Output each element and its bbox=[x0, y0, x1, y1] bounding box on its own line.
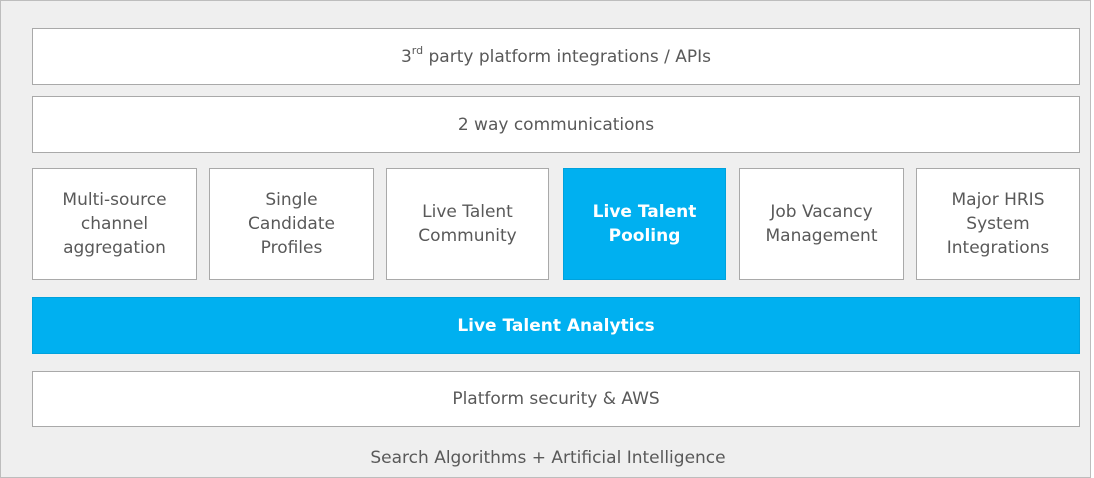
analytics-layer: Live Talent Analytics bbox=[32, 297, 1080, 354]
module-label: Live Talent Community bbox=[418, 202, 517, 246]
module-label: Multi-source channel aggregation bbox=[62, 190, 167, 258]
analytics-label: Live Talent Analytics bbox=[457, 315, 655, 336]
communications-label: 2 way communications bbox=[457, 114, 655, 135]
integrations-layer: 3rd party platform integrations / APIs bbox=[32, 28, 1080, 85]
integrations-prefix: 3 bbox=[400, 46, 412, 67]
security-label: Platform security & AWS bbox=[452, 389, 660, 409]
module-label: Single Candidate Profiles bbox=[248, 190, 335, 258]
module-major-hris-integrations: Major HRIS System Integrations bbox=[916, 168, 1080, 280]
security-layer: Platform security & AWS bbox=[32, 371, 1080, 427]
module-live-talent-pooling: Live Talent Pooling bbox=[563, 168, 726, 280]
integrations-superscript: rd bbox=[411, 43, 424, 57]
integrations-label: 3rd party platform integrations / APIs bbox=[401, 45, 711, 69]
module-job-vacancy-management: Job Vacancy Management bbox=[739, 168, 904, 280]
module-label: Job Vacancy Management bbox=[765, 202, 878, 246]
module-label: Live Talent Pooling bbox=[592, 202, 697, 246]
module-multi-source-aggregation: Multi-source channel aggregation bbox=[32, 168, 197, 280]
module-single-candidate-profiles: Single Candidate Profiles bbox=[209, 168, 374, 280]
foundation-label: Search Algorithms + Artificial Intellige… bbox=[370, 448, 726, 468]
architecture-diagram: 3rd party platform integrations / APIs 2… bbox=[0, 0, 1091, 478]
module-live-talent-community: Live Talent Community bbox=[386, 168, 549, 280]
communications-layer: 2 way communications bbox=[32, 96, 1080, 153]
module-label: Major HRIS System Integrations bbox=[946, 190, 1050, 258]
integrations-rest: party platform integrations / APIs bbox=[423, 46, 712, 67]
